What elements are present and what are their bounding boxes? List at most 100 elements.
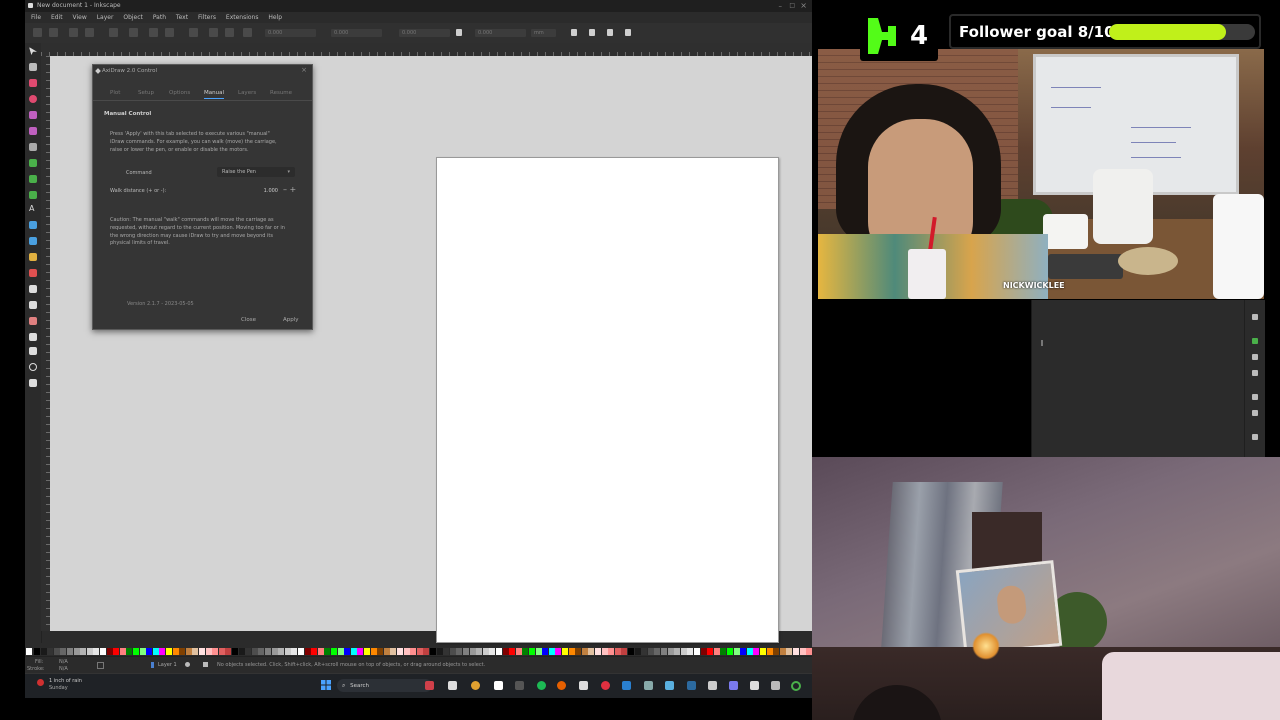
app-icon[interactable] bbox=[771, 681, 780, 690]
palette-swatch[interactable] bbox=[443, 648, 450, 655]
palette-swatch[interactable] bbox=[707, 648, 714, 655]
palette-swatch[interactable] bbox=[621, 648, 628, 655]
palette-swatch[interactable] bbox=[674, 648, 681, 655]
x-field[interactable]: 0.000 bbox=[265, 29, 316, 37]
dock-resize-handle[interactable] bbox=[1041, 340, 1043, 346]
close-icon[interactable]: × bbox=[800, 1, 807, 10]
apply-button[interactable]: Apply bbox=[283, 317, 299, 326]
palette-swatch[interactable] bbox=[53, 648, 60, 655]
palette-swatch[interactable] bbox=[304, 648, 311, 655]
palette-swatch[interactable] bbox=[218, 648, 225, 655]
pages-tool-icon[interactable] bbox=[29, 379, 37, 387]
no-paint-swatch[interactable] bbox=[26, 648, 32, 655]
menu-edit[interactable]: Edit bbox=[51, 14, 63, 21]
palette-swatch[interactable] bbox=[509, 648, 516, 655]
palette-swatch[interactable] bbox=[238, 648, 245, 655]
stroke-value[interactable]: N/A bbox=[59, 666, 68, 672]
palette-swatch[interactable] bbox=[199, 648, 205, 655]
transform-corners-icon[interactable] bbox=[589, 29, 595, 36]
pen-tool-icon[interactable] bbox=[29, 159, 37, 167]
menu-file[interactable]: File bbox=[31, 14, 41, 21]
dock-transform-icon[interactable] bbox=[1252, 434, 1258, 440]
taskbar-search-box[interactable]: ⌕ Search bbox=[337, 679, 432, 692]
palette-swatch[interactable] bbox=[364, 648, 370, 655]
palette-swatch[interactable] bbox=[463, 648, 469, 655]
palette-swatch[interactable] bbox=[271, 648, 278, 655]
document-page[interactable] bbox=[436, 157, 779, 643]
palette-swatch[interactable] bbox=[258, 648, 265, 655]
measure-tool-icon[interactable] bbox=[29, 347, 37, 355]
vscode-icon[interactable] bbox=[622, 681, 631, 690]
menu-extensions[interactable]: Extensions bbox=[226, 14, 259, 21]
palette-swatch[interactable] bbox=[667, 648, 674, 655]
palette-swatch[interactable] bbox=[298, 648, 304, 655]
ungroup-icon[interactable] bbox=[243, 28, 252, 37]
palette-swatch[interactable] bbox=[753, 648, 760, 655]
to-top-icon[interactable] bbox=[189, 28, 198, 37]
w-field[interactable]: 0.000 bbox=[399, 29, 450, 37]
menu-path[interactable]: Path bbox=[153, 14, 166, 21]
palette-swatch[interactable] bbox=[291, 648, 298, 655]
gradient-tool-icon[interactable] bbox=[29, 221, 37, 229]
dock-xml-icon[interactable] bbox=[1252, 314, 1258, 320]
palette-swatch[interactable] bbox=[581, 648, 588, 655]
palette-swatch[interactable] bbox=[694, 648, 700, 655]
dropper-tool-icon[interactable] bbox=[29, 253, 37, 261]
palette-swatch[interactable] bbox=[192, 648, 199, 655]
palette-swatch[interactable] bbox=[568, 648, 575, 655]
palette-swatch[interactable] bbox=[86, 648, 93, 655]
file-explorer-icon[interactable] bbox=[579, 681, 588, 690]
walk-distance-stepper[interactable]: – + bbox=[283, 185, 296, 194]
tab-plot[interactable]: Plot bbox=[110, 90, 120, 96]
palette-swatch[interactable] bbox=[720, 648, 727, 655]
dock-layers-icon[interactable] bbox=[1252, 354, 1258, 360]
palette-swatch[interactable] bbox=[476, 648, 483, 655]
palette-swatch[interactable] bbox=[634, 648, 641, 655]
palette-swatch[interactable] bbox=[601, 648, 608, 655]
palette-swatch[interactable] bbox=[152, 648, 159, 655]
palette-swatch[interactable] bbox=[179, 648, 186, 655]
spiral-tool-icon[interactable] bbox=[29, 143, 37, 151]
palette-swatch[interactable] bbox=[548, 648, 555, 655]
rect-tool-icon[interactable] bbox=[29, 79, 37, 87]
layer-selector[interactable]: Layer 1 bbox=[158, 662, 177, 668]
palette-swatch[interactable] bbox=[423, 648, 430, 655]
palette-swatch[interactable] bbox=[34, 648, 40, 655]
dock-align-icon[interactable] bbox=[1252, 410, 1258, 416]
units-select[interactable]: mm bbox=[531, 29, 556, 37]
palette-swatch[interactable] bbox=[403, 648, 410, 655]
palette-swatch[interactable] bbox=[212, 648, 219, 655]
palette-swatch[interactable] bbox=[430, 648, 436, 655]
palette-swatch[interactable] bbox=[172, 648, 179, 655]
menu-layer[interactable]: Layer bbox=[97, 14, 114, 21]
star-tool-icon[interactable] bbox=[29, 111, 37, 119]
layer-lock-icon[interactable] bbox=[203, 662, 208, 667]
palette-swatch[interactable] bbox=[654, 648, 661, 655]
palette-swatch[interactable] bbox=[350, 648, 357, 655]
palette-swatch[interactable] bbox=[278, 648, 285, 655]
menu-object[interactable]: Object bbox=[123, 14, 143, 21]
palette-swatch[interactable] bbox=[40, 648, 47, 655]
palette-swatch[interactable] bbox=[575, 648, 582, 655]
calligraphy-tool-icon[interactable] bbox=[29, 191, 37, 199]
palette-swatch[interactable] bbox=[225, 648, 232, 655]
flip-h-icon[interactable] bbox=[109, 28, 118, 37]
palette-swatch[interactable] bbox=[390, 648, 397, 655]
palette-swatch[interactable] bbox=[73, 648, 80, 655]
dock-fill-icon[interactable] bbox=[1252, 338, 1258, 344]
minimize-icon[interactable]: – bbox=[779, 2, 783, 10]
deselect-icon[interactable] bbox=[69, 28, 78, 37]
transform-gradients-icon[interactable] bbox=[607, 29, 613, 36]
app-icon[interactable] bbox=[750, 681, 759, 690]
palette-swatch[interactable] bbox=[60, 648, 67, 655]
transform-stroke-icon[interactable] bbox=[571, 29, 577, 36]
widget-app-icon[interactable] bbox=[425, 681, 434, 690]
palette-swatch[interactable] bbox=[377, 648, 384, 655]
palette-swatch[interactable] bbox=[80, 648, 87, 655]
close-button[interactable]: Close bbox=[241, 317, 256, 326]
notes-icon[interactable] bbox=[665, 681, 674, 690]
window-titlebar[interactable]: New document 1 - Inkscape – □ × bbox=[25, 0, 812, 12]
terminal-icon[interactable] bbox=[708, 681, 717, 690]
palette-swatch[interactable] bbox=[311, 648, 318, 655]
task-view-icon[interactable] bbox=[448, 681, 457, 690]
